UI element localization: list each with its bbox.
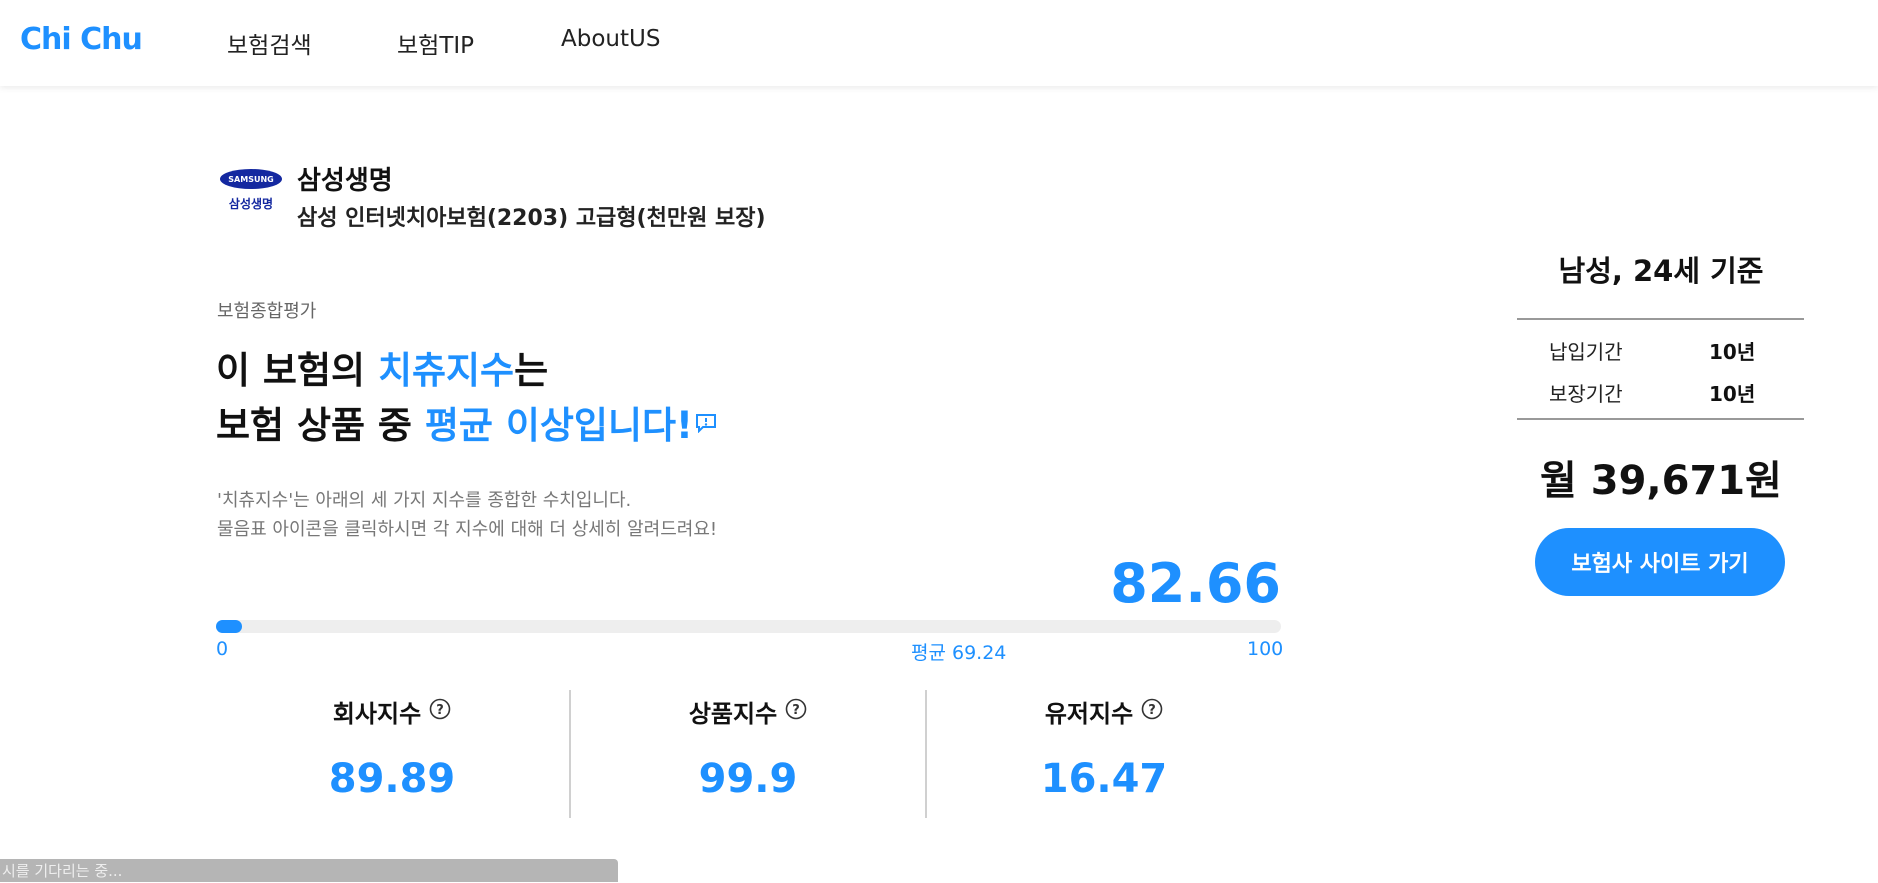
payment-period-label: 납입기간 <box>1549 340 1623 364</box>
evaluation-label: 보험종합평가 <box>217 301 317 322</box>
sub-score-company-title: 회사지수 <box>332 700 422 728</box>
nav-item-insurance-search[interactable]: 보험검색 <box>227 26 312 60</box>
headline-2-pre: 보험 상품 중 <box>216 404 425 447</box>
go-to-insurer-site-button[interactable]: 보험사 사이트 가기 <box>1535 528 1785 596</box>
monthly-premium: 월 39,671원 <box>1540 458 1782 504</box>
company-name: 삼성생명 <box>297 166 393 196</box>
browser-status-bar: 시를 기다리는 중... <box>0 859 618 882</box>
premium-basis: 남성, 24세 기준 <box>1558 254 1764 288</box>
top-navbar: Chi Chu 보험검색 보험TIP AboutUS <box>0 0 1878 86</box>
description-line-2: 물음표 아이콘을 클릭하시면 각 지수에 대해 더 상세히 알려드려요! <box>217 519 718 540</box>
score-progress-track <box>216 620 1281 633</box>
site-logo[interactable]: Chi Chu <box>20 22 143 57</box>
headline-1-post: 는 <box>514 349 549 392</box>
progress-min-label: 0 <box>216 638 229 660</box>
divider <box>1517 318 1804 320</box>
headline-1-highlight: 치츄지수 <box>377 349 515 392</box>
memo-icon <box>695 399 717 442</box>
nav-item-insurance-tip[interactable]: 보험TIP <box>397 26 474 60</box>
help-icon[interactable]: ? <box>1141 698 1163 726</box>
payment-period-value: 10년 <box>1709 340 1756 364</box>
coverage-period-value: 10년 <box>1709 382 1756 406</box>
company-logo: SAMSUNG 삼성생명 <box>218 166 284 218</box>
progress-max-label: 100 <box>1247 638 1284 660</box>
sub-score-user: 유저지수 ? 16.47 <box>926 690 1282 820</box>
divider <box>1517 418 1804 420</box>
help-icon[interactable]: ? <box>785 698 807 726</box>
nav-item-about-us[interactable]: AboutUS <box>561 26 660 52</box>
total-score: 82.66 <box>1110 552 1281 615</box>
progress-average-label: 평균 69.24 <box>911 642 1007 664</box>
sub-score-product-value: 99.9 <box>698 756 798 802</box>
headline-line-2: 보험 상품 중 평균 이상입니다! <box>216 395 717 449</box>
score-progress-fill <box>216 620 242 633</box>
product-name: 삼성 인터넷치아보험(2203) 고급형(천만원 보장) <box>297 206 766 231</box>
coverage-period-label: 보장기간 <box>1549 382 1623 406</box>
sub-score-company: 회사지수 ? 89.89 <box>214 690 570 820</box>
sub-score-company-value: 89.89 <box>328 756 456 802</box>
help-icon[interactable]: ? <box>429 698 451 726</box>
company-logo-subtext: 삼성생명 <box>229 196 273 211</box>
svg-text:?: ? <box>792 703 800 718</box>
company-logo-text: SAMSUNG <box>228 175 273 184</box>
sub-score-user-value: 16.47 <box>1040 756 1168 802</box>
description-line-1: '치츄지수'는 아래의 세 가지 지수를 종합한 수치입니다. <box>217 490 632 511</box>
headline-line-1: 이 보험의 치츄지수는 <box>216 340 548 394</box>
sub-score-product: 상품지수 ? 99.9 <box>570 690 926 820</box>
headline-2-highlight: 평균 이상입니다! <box>424 404 693 447</box>
svg-text:?: ? <box>436 703 444 718</box>
sub-score-product-title: 상품지수 <box>688 700 778 728</box>
sub-score-user-title: 유저지수 <box>1044 700 1134 728</box>
headline-1-pre: 이 보험의 <box>216 349 378 392</box>
svg-text:?: ? <box>1148 703 1156 718</box>
